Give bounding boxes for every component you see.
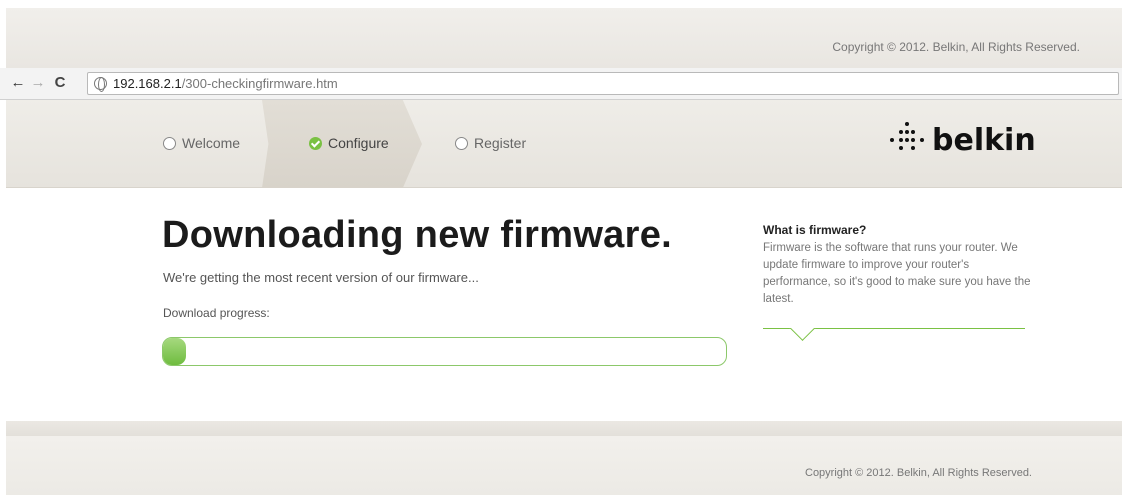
step-welcome[interactable]: Welcome [163, 135, 240, 151]
download-progress-bar [162, 337, 727, 366]
step-label: Configure [328, 135, 389, 151]
page-title: Downloading new firmware. [162, 214, 672, 256]
progress-fill [163, 338, 186, 365]
step-configure[interactable]: Configure [309, 135, 389, 151]
footer-strip [6, 421, 1122, 436]
back-arrow-icon[interactable]: ← [10, 75, 26, 91]
browser-toolbar: ← → C 192.168.2.1/300-checkingfirmware.h… [0, 68, 1122, 100]
check-circle-icon [309, 136, 322, 150]
belkin-logo: belkin [888, 118, 1036, 162]
url-path: /300-checkingfirmware.htm [181, 76, 338, 91]
logo-text: belkin [932, 122, 1036, 158]
forward-arrow-icon[interactable]: → [30, 75, 46, 91]
page-subtitle: We're getting the most recent version of… [163, 270, 479, 285]
reload-icon[interactable]: C [52, 75, 68, 91]
step-register[interactable]: Register [455, 135, 526, 151]
sidebar-notch [789, 328, 817, 342]
step-label: Register [474, 135, 527, 151]
globe-icon [94, 77, 107, 92]
radio-empty-icon [163, 136, 176, 150]
url-text: 192.168.2.1/300-checkingfirmware.htm [113, 76, 338, 91]
sidebar-body: Firmware is the software that runs your … [763, 242, 1031, 305]
sidebar-title: What is firmware? [763, 223, 867, 237]
progress-label: Download progress: [163, 306, 270, 320]
address-bar[interactable]: 192.168.2.1/300-checkingfirmware.htm [87, 72, 1119, 95]
header-copyright: Copyright © 2012. Belkin, All Rights Res… [832, 40, 1080, 54]
step-label: Welcome [182, 135, 241, 151]
belkin-dots-icon [888, 120, 926, 160]
url-host: 192.168.2.1 [113, 76, 182, 91]
radio-empty-icon [455, 136, 468, 150]
top-banner: Copyright © 2012. Belkin, All Rights Res… [6, 8, 1122, 68]
footer: Copyright © 2012. Belkin, All Rights Res… [6, 436, 1122, 495]
footer-copyright: Copyright © 2012. Belkin, All Rights Res… [805, 467, 1032, 479]
